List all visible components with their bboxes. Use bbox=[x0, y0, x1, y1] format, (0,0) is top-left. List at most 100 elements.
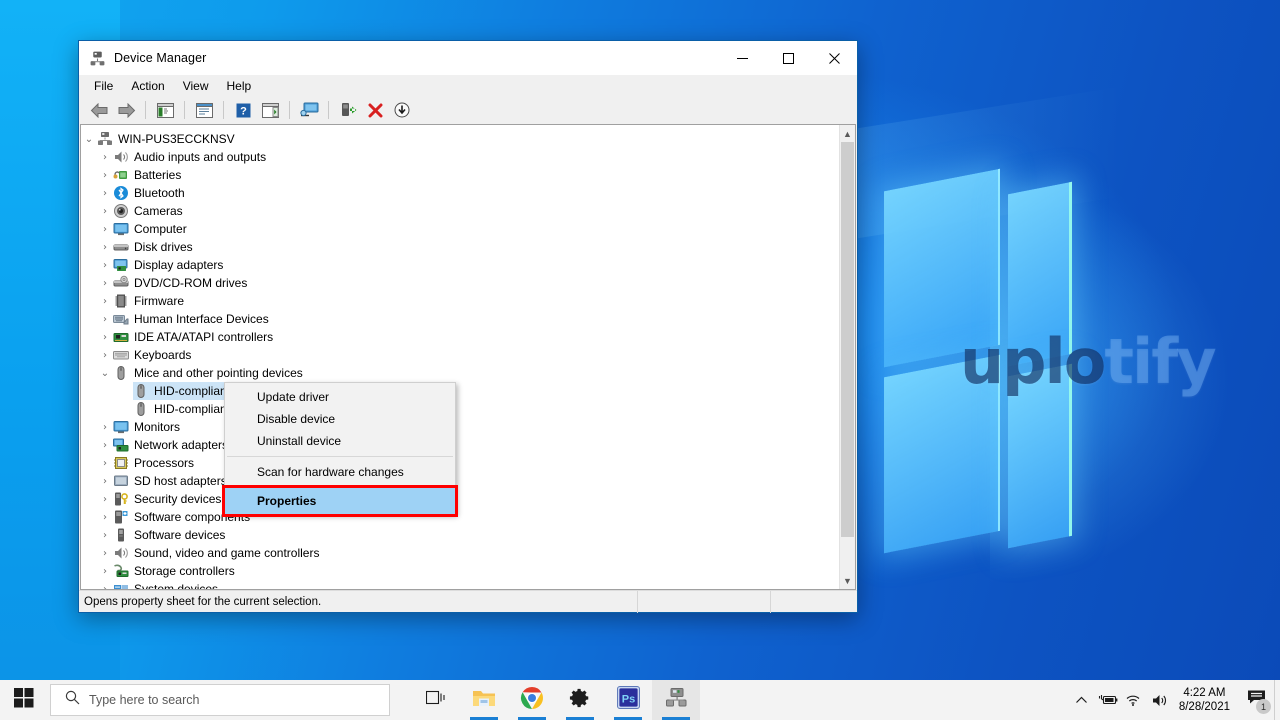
tree-item-content[interactable]: Audio inputs and outputs bbox=[113, 148, 274, 166]
task-view-button[interactable] bbox=[412, 680, 460, 720]
tree-item[interactable]: › Batteries bbox=[81, 166, 839, 184]
toolbar[interactable]: ? bbox=[79, 97, 857, 123]
search-input[interactable]: Type here to search bbox=[50, 684, 390, 716]
scroll-down-button[interactable]: ▼ bbox=[840, 572, 855, 589]
context-menu-item-properties[interactable]: Properties bbox=[225, 488, 455, 514]
tree-item[interactable]: › Network adapters bbox=[81, 436, 839, 454]
tree-item-content[interactable]: Storage controllers bbox=[113, 562, 243, 580]
tree-item-content[interactable]: Software devices bbox=[113, 526, 233, 544]
tree-item-content[interactable]: System devices bbox=[113, 580, 226, 589]
start-button[interactable] bbox=[0, 680, 48, 720]
tree-item[interactable]: › DVD/CD-ROM drives bbox=[81, 274, 839, 292]
tree-item[interactable]: › Cameras bbox=[81, 202, 839, 220]
properties-button[interactable] bbox=[192, 99, 216, 121]
taskbar[interactable]: Type here to search Ps 4:22 AM 8/28/2021… bbox=[0, 680, 1280, 720]
tree-item-content[interactable]: Human Interface Devices bbox=[113, 310, 277, 328]
help-button[interactable]: ? bbox=[231, 99, 255, 121]
chevron-right-icon[interactable]: › bbox=[97, 188, 113, 199]
show-actions-pane-button[interactable] bbox=[258, 99, 282, 121]
device-tree-pane[interactable]: ⌄ WIN-PUS3ECCKNSV › Audio inputs and output… bbox=[80, 124, 856, 590]
menu-help[interactable]: Help bbox=[218, 77, 261, 95]
chevron-right-icon[interactable]: › bbox=[97, 476, 113, 487]
battery-button[interactable] bbox=[1095, 680, 1121, 720]
menu-bar[interactable]: File Action View Help bbox=[79, 75, 857, 97]
settings-button[interactable] bbox=[556, 680, 604, 720]
tree-item-content[interactable]: Display adapters bbox=[113, 256, 231, 274]
chevron-right-icon[interactable]: › bbox=[97, 242, 113, 253]
tree-item-content[interactable]: IDE ATA/ATAPI controllers bbox=[113, 328, 281, 346]
chevron-right-icon[interactable]: › bbox=[97, 458, 113, 469]
uninstall-device-button[interactable] bbox=[363, 99, 387, 121]
tree-item[interactable]: › Monitors bbox=[81, 418, 839, 436]
tree-item[interactable]: › Human Interface Devices bbox=[81, 310, 839, 328]
chevron-right-icon[interactable]: › bbox=[97, 530, 113, 541]
tree-item-content[interactable]: Firmware bbox=[113, 292, 192, 310]
title-bar[interactable]: Device Manager bbox=[79, 41, 857, 75]
tree-item-content[interactable]: Cameras bbox=[113, 202, 191, 220]
scroll-thumb[interactable] bbox=[841, 142, 854, 537]
disable-device-button[interactable] bbox=[390, 99, 414, 121]
tree-item-content[interactable]: Bluetooth bbox=[113, 184, 193, 202]
tree-item[interactable]: › Firmware bbox=[81, 292, 839, 310]
tree-item[interactable]: › Software devices bbox=[81, 526, 839, 544]
chevron-right-icon[interactable]: › bbox=[97, 584, 113, 590]
tree-item[interactable]: › Software components bbox=[81, 508, 839, 526]
chevron-right-icon[interactable]: › bbox=[97, 278, 113, 289]
tree-item[interactable]: HID-compliant mouse bbox=[81, 400, 839, 418]
back-button[interactable] bbox=[87, 99, 111, 121]
show-desktop-button[interactable] bbox=[1274, 680, 1280, 720]
window-controls[interactable] bbox=[719, 41, 857, 75]
system-tray[interactable]: 4:22 AM 8/28/2021 1 bbox=[1069, 680, 1280, 720]
tree-item[interactable]: › IDE ATA/ATAPI controllers bbox=[81, 328, 839, 346]
tree-item[interactable]: › Processors bbox=[81, 454, 839, 472]
chevron-down-icon[interactable]: ⌄ bbox=[97, 368, 113, 379]
photoshop-button[interactable]: Ps bbox=[604, 680, 652, 720]
network-button[interactable] bbox=[1121, 680, 1147, 720]
tree-item[interactable]: › Bluetooth bbox=[81, 184, 839, 202]
tree-item[interactable]: › SD host adapters bbox=[81, 472, 839, 490]
close-button[interactable] bbox=[811, 41, 857, 75]
context-menu-item-scan-hardware-changes[interactable]: Scan for hardware changes bbox=[225, 461, 455, 483]
file-explorer-button[interactable] bbox=[460, 680, 508, 720]
tree-item[interactable]: › Audio inputs and outputs bbox=[81, 148, 839, 166]
tree-root-node[interactable]: ⌄ WIN-PUS3ECCKNSV bbox=[81, 130, 839, 148]
chevron-right-icon[interactable]: › bbox=[97, 314, 113, 325]
show-hide-console-tree-button[interactable] bbox=[153, 99, 177, 121]
minimize-button[interactable] bbox=[719, 41, 765, 75]
show-hidden-icons-button[interactable] bbox=[1069, 680, 1095, 720]
tree-vertical-scrollbar[interactable]: ▲ ▼ bbox=[839, 125, 855, 589]
tree-item[interactable]: ⌄ Mice and other pointing devices bbox=[81, 364, 839, 382]
maximize-button[interactable] bbox=[765, 41, 811, 75]
tree-item[interactable]: › Computer bbox=[81, 220, 839, 238]
device-manager-button[interactable] bbox=[652, 680, 700, 720]
context-menu-item-update-driver[interactable]: Update driver bbox=[225, 386, 455, 408]
tree-item-content[interactable]: SD host adapters bbox=[113, 472, 235, 490]
chevron-right-icon[interactable]: › bbox=[97, 422, 113, 433]
notification-center-button[interactable]: 1 bbox=[1240, 680, 1274, 720]
context-menu-item-disable-device[interactable]: Disable device bbox=[225, 408, 455, 430]
scroll-up-button[interactable]: ▲ bbox=[840, 125, 855, 142]
tree-item[interactable]: › Disk drives bbox=[81, 238, 839, 256]
device-context-menu[interactable]: Update driver Disable device Uninstall d… bbox=[222, 382, 458, 517]
menu-view[interactable]: View bbox=[174, 77, 218, 95]
chevron-right-icon[interactable]: › bbox=[97, 512, 113, 523]
chevron-right-icon[interactable]: › bbox=[97, 440, 113, 451]
chevron-right-icon[interactable]: › bbox=[97, 206, 113, 217]
tree-item-content[interactable]: DVD/CD-ROM drives bbox=[113, 274, 255, 292]
chevron-right-icon[interactable]: › bbox=[97, 170, 113, 181]
tree-item-content[interactable]: Computer bbox=[113, 220, 195, 238]
scan-hardware-changes-button[interactable] bbox=[297, 99, 321, 121]
tree-item-content[interactable]: Batteries bbox=[113, 166, 189, 184]
tree-item-content[interactable]: WIN-PUS3ECCKNSV bbox=[97, 130, 243, 148]
chevron-right-icon[interactable]: › bbox=[97, 332, 113, 343]
tree-item[interactable]: › Sound, video and game controllers bbox=[81, 544, 839, 562]
chevron-right-icon[interactable]: › bbox=[97, 548, 113, 559]
tree-item[interactable]: › Storage controllers bbox=[81, 562, 839, 580]
chevron-right-icon[interactable]: › bbox=[97, 260, 113, 271]
menu-file[interactable]: File bbox=[85, 77, 122, 95]
tree-item[interactable]: › Security devices bbox=[81, 490, 839, 508]
chevron-down-icon[interactable]: ⌄ bbox=[81, 134, 97, 145]
tree-item-content[interactable]: Disk drives bbox=[113, 238, 201, 256]
chevron-right-icon[interactable]: › bbox=[97, 296, 113, 307]
context-menu-item-uninstall-device[interactable]: Uninstall device bbox=[225, 430, 455, 452]
